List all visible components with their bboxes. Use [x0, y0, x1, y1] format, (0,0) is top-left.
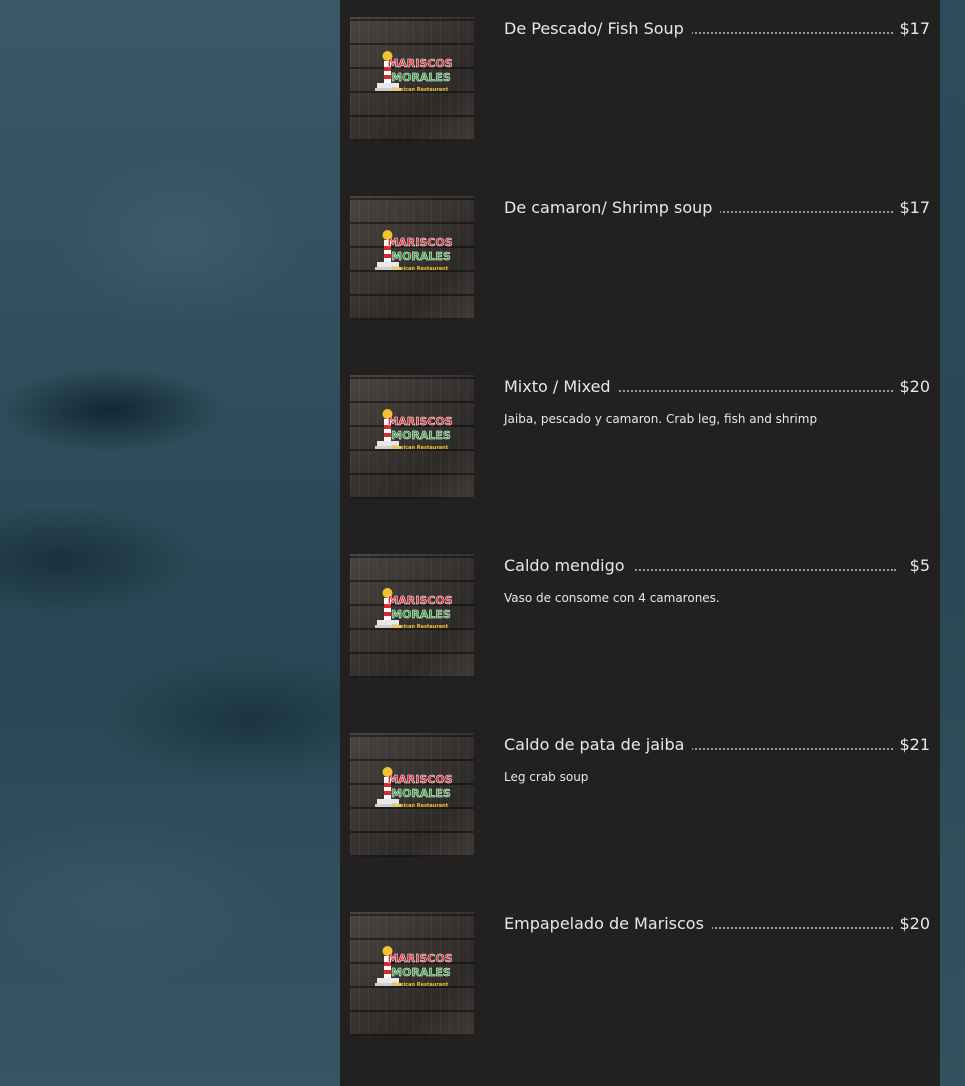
menu-item-name: Empapelado de Mariscos	[504, 913, 712, 935]
restaurant-logo: MARISCOS MORALES Mexican Restaurant	[375, 51, 453, 93]
restaurant-logo: MARISCOS MORALES Mexican Restaurant	[375, 767, 453, 809]
menu-item-price: $21	[893, 734, 930, 756]
logo-line3: Mexican Restaurant	[392, 624, 449, 630]
menu-item-price: $17	[893, 18, 930, 40]
logo-line2: MORALES	[391, 429, 451, 442]
menu-item-name: De camaron/ Shrimp soup	[504, 197, 721, 219]
menu-item[interactable]: MARISCOS MORALES Mexican Restaurant Cald…	[350, 716, 930, 895]
menu-item-image[interactable]: MARISCOS MORALES Mexican Restaurant	[350, 196, 474, 320]
restaurant-logo: MARISCOS MORALES Mexican Restaurant	[375, 946, 453, 988]
menu-panel: MARISCOS MORALES Mexican Restaurant De P…	[340, 0, 940, 1086]
menu-item-image[interactable]: MARISCOS MORALES Mexican Restaurant	[350, 17, 474, 141]
menu-item[interactable]: MARISCOS MORALES Mexican Restaurant Empa…	[350, 895, 930, 1074]
restaurant-logo: MARISCOS MORALES Mexican Restaurant	[375, 409, 453, 451]
logo-line2: MORALES	[391, 250, 451, 263]
logo-line1: MARISCOS	[387, 773, 452, 786]
menu-item-name: De Pescado/ Fish Soup	[504, 18, 692, 40]
logo-line3: Mexican Restaurant	[392, 266, 449, 272]
logo-line3: Mexican Restaurant	[392, 445, 449, 451]
menu-item-name: Mixto / Mixed	[504, 376, 619, 398]
logo-line1: MARISCOS	[387, 594, 452, 607]
logo-line1: MARISCOS	[387, 415, 452, 428]
menu-item-image[interactable]: MARISCOS MORALES Mexican Restaurant	[350, 375, 474, 499]
logo-line2: MORALES	[391, 71, 451, 84]
menu-item-price: $20	[893, 913, 930, 935]
logo-line2: MORALES	[391, 966, 451, 979]
page-background-right	[940, 0, 965, 1086]
page-background	[0, 0, 340, 1086]
menu-item-price: $5	[903, 555, 930, 577]
menu-item-image[interactable]: MARISCOS MORALES Mexican Restaurant	[350, 733, 474, 857]
logo-line2: MORALES	[391, 608, 451, 621]
menu-item-price: $17	[893, 197, 930, 219]
menu-item-description: Leg crab soup	[504, 770, 589, 784]
logo-line2: MORALES	[391, 787, 451, 800]
logo-line1: MARISCOS	[387, 236, 452, 249]
restaurant-logo: MARISCOS MORALES Mexican Restaurant	[375, 230, 453, 272]
restaurant-logo: MARISCOS MORALES Mexican Restaurant	[375, 588, 453, 630]
menu-item[interactable]: MARISCOS MORALES Mexican Restaurant De P…	[350, 0, 930, 179]
menu-item-price: $20	[893, 376, 930, 398]
logo-line1: MARISCOS	[387, 57, 452, 70]
menu-item-name: Caldo de pata de jaiba	[504, 734, 693, 756]
logo-line3: Mexican Restaurant	[392, 87, 449, 93]
menu-item-image[interactable]: MARISCOS MORALES Mexican Restaurant	[350, 554, 474, 678]
menu-item[interactable]: MARISCOS MORALES Mexican Restaurant De c…	[350, 179, 930, 358]
menu-item[interactable]: MARISCOS MORALES Mexican Restaurant Cald…	[350, 537, 930, 716]
logo-line1: MARISCOS	[387, 952, 452, 965]
menu-item-image[interactable]: MARISCOS MORALES Mexican Restaurant	[350, 912, 474, 1036]
menu-item[interactable]: MARISCOS MORALES Mexican Restaurant Mixt…	[350, 358, 930, 537]
menu-item-description: Jaiba, pescado y camaron. Crab leg, fish…	[504, 412, 818, 426]
menu-item-description: Vaso de consome con 4 camarones.	[504, 591, 720, 605]
logo-line3: Mexican Restaurant	[392, 803, 449, 809]
logo-line3: Mexican Restaurant	[392, 982, 449, 988]
menu-item-name: Caldo mendigo	[504, 555, 633, 577]
